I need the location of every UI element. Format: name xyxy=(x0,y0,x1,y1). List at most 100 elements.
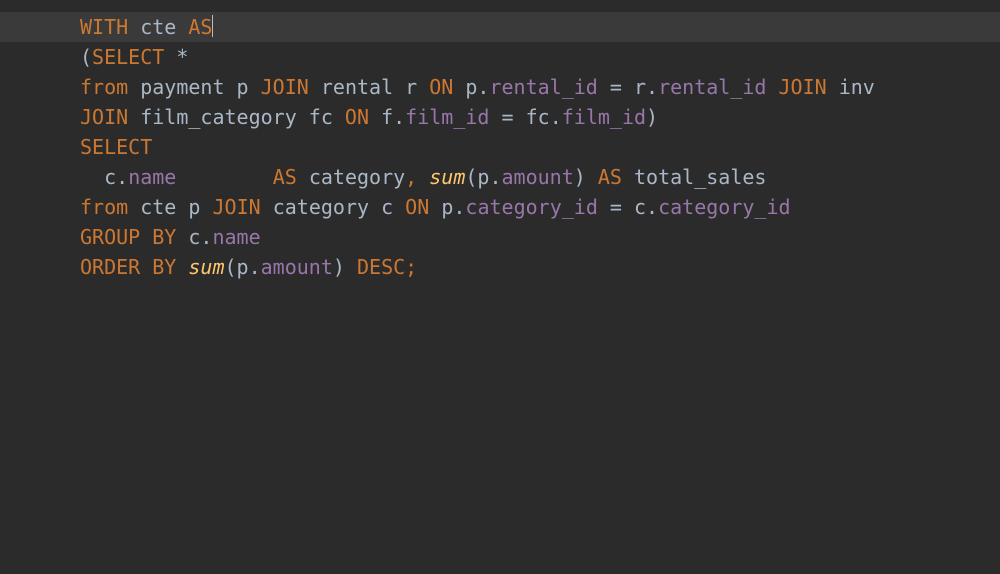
code-token: film_id xyxy=(562,105,646,129)
code-token xyxy=(766,75,778,99)
code-token: f xyxy=(381,105,393,129)
code-token xyxy=(333,105,345,129)
code-token: . xyxy=(453,195,465,219)
code-token: p xyxy=(441,195,453,219)
code-token: p xyxy=(237,255,249,279)
code-token xyxy=(176,255,188,279)
code-token: = xyxy=(610,195,622,219)
code-line[interactable]: WITH cte AS xyxy=(80,12,1000,42)
code-token xyxy=(622,195,634,219)
code-token: ) xyxy=(646,105,658,129)
code-token: = xyxy=(502,105,514,129)
code-token: JOIN xyxy=(212,195,260,219)
code-token: payment p xyxy=(140,75,248,99)
code-token: name xyxy=(128,165,176,189)
code-token: . xyxy=(200,225,212,249)
code-token xyxy=(417,165,429,189)
code-token: c xyxy=(634,195,646,219)
code-token xyxy=(80,165,104,189)
code-token: = xyxy=(610,75,622,99)
code-token: cte xyxy=(140,15,176,39)
code-line[interactable]: c.name AS category, sum(p.amount) AS tot… xyxy=(80,162,1000,192)
code-token xyxy=(622,165,634,189)
code-token xyxy=(514,105,526,129)
code-line[interactable]: SELECT xyxy=(80,132,1000,162)
code-token xyxy=(128,15,140,39)
code-token xyxy=(297,165,309,189)
code-token xyxy=(345,255,357,279)
code-token xyxy=(393,195,405,219)
code-token: ON xyxy=(429,75,453,99)
code-token: JOIN xyxy=(779,75,827,99)
code-token xyxy=(128,75,140,99)
code-token: category xyxy=(309,165,405,189)
code-token: p xyxy=(465,75,477,99)
code-token: category_id xyxy=(465,195,597,219)
code-token xyxy=(453,75,465,99)
code-token: cte p xyxy=(140,195,200,219)
code-token xyxy=(369,105,381,129)
code-token xyxy=(827,75,839,99)
code-token: ; xyxy=(405,255,417,279)
code-token: category c xyxy=(273,195,393,219)
code-token: ( xyxy=(80,45,92,69)
code-token: c xyxy=(104,165,116,189)
code-token: DESC xyxy=(357,255,405,279)
code-token: . xyxy=(393,105,405,129)
code-token: amount xyxy=(261,255,333,279)
code-token: . xyxy=(477,75,489,99)
sql-editor[interactable]: WITH cte AS(SELECT *from payment p JOIN … xyxy=(0,0,1000,282)
code-token xyxy=(622,75,634,99)
code-token xyxy=(417,75,429,99)
code-token: from xyxy=(80,75,128,99)
code-token xyxy=(128,195,140,219)
code-token: JOIN xyxy=(261,75,309,99)
code-token xyxy=(249,75,261,99)
code-token: . xyxy=(646,75,658,99)
code-token: AS xyxy=(273,165,297,189)
code-token: . xyxy=(646,195,658,219)
code-token: name xyxy=(212,225,260,249)
code-line[interactable]: from payment p JOIN rental r ON p.rental… xyxy=(80,72,1000,102)
code-token: from xyxy=(80,195,128,219)
code-token: AS xyxy=(598,165,622,189)
code-token xyxy=(128,105,140,129)
code-token: JOIN xyxy=(80,105,128,129)
text-caret xyxy=(212,15,213,37)
code-token: . xyxy=(489,165,501,189)
code-token: c xyxy=(188,225,200,249)
code-token xyxy=(176,225,188,249)
code-token: ON xyxy=(405,195,429,219)
code-line[interactable]: from cte p JOIN category c ON p.category… xyxy=(80,192,1000,222)
code-token xyxy=(309,75,321,99)
code-token: . xyxy=(116,165,128,189)
code-token xyxy=(598,75,610,99)
code-token: category_id xyxy=(658,195,790,219)
code-token xyxy=(586,165,598,189)
code-token xyxy=(176,15,188,39)
code-token: fc xyxy=(526,105,550,129)
code-token: ) xyxy=(574,165,586,189)
code-line[interactable]: ORDER BY sum(p.amount) DESC; xyxy=(80,252,1000,282)
code-token: p xyxy=(477,165,489,189)
code-token: film_category fc xyxy=(140,105,333,129)
code-token: inv xyxy=(839,75,875,99)
code-token xyxy=(176,165,272,189)
code-token: rental_id xyxy=(489,75,597,99)
code-token: ( xyxy=(225,255,237,279)
code-token: . xyxy=(249,255,261,279)
code-token: ON xyxy=(345,105,369,129)
code-token xyxy=(429,195,441,219)
code-token xyxy=(489,105,501,129)
code-token: . xyxy=(550,105,562,129)
code-token: SELECT xyxy=(92,45,164,69)
code-token: rental r xyxy=(321,75,417,99)
code-token: * xyxy=(176,45,188,69)
code-token xyxy=(261,195,273,219)
code-token: ) xyxy=(333,255,345,279)
code-line[interactable]: GROUP BY c.name xyxy=(80,222,1000,252)
code-token: ORDER BY xyxy=(80,255,176,279)
code-line[interactable]: JOIN film_category fc ON f.film_id = fc.… xyxy=(80,102,1000,132)
code-line[interactable]: (SELECT * xyxy=(80,42,1000,72)
code-token: AS xyxy=(188,15,212,39)
